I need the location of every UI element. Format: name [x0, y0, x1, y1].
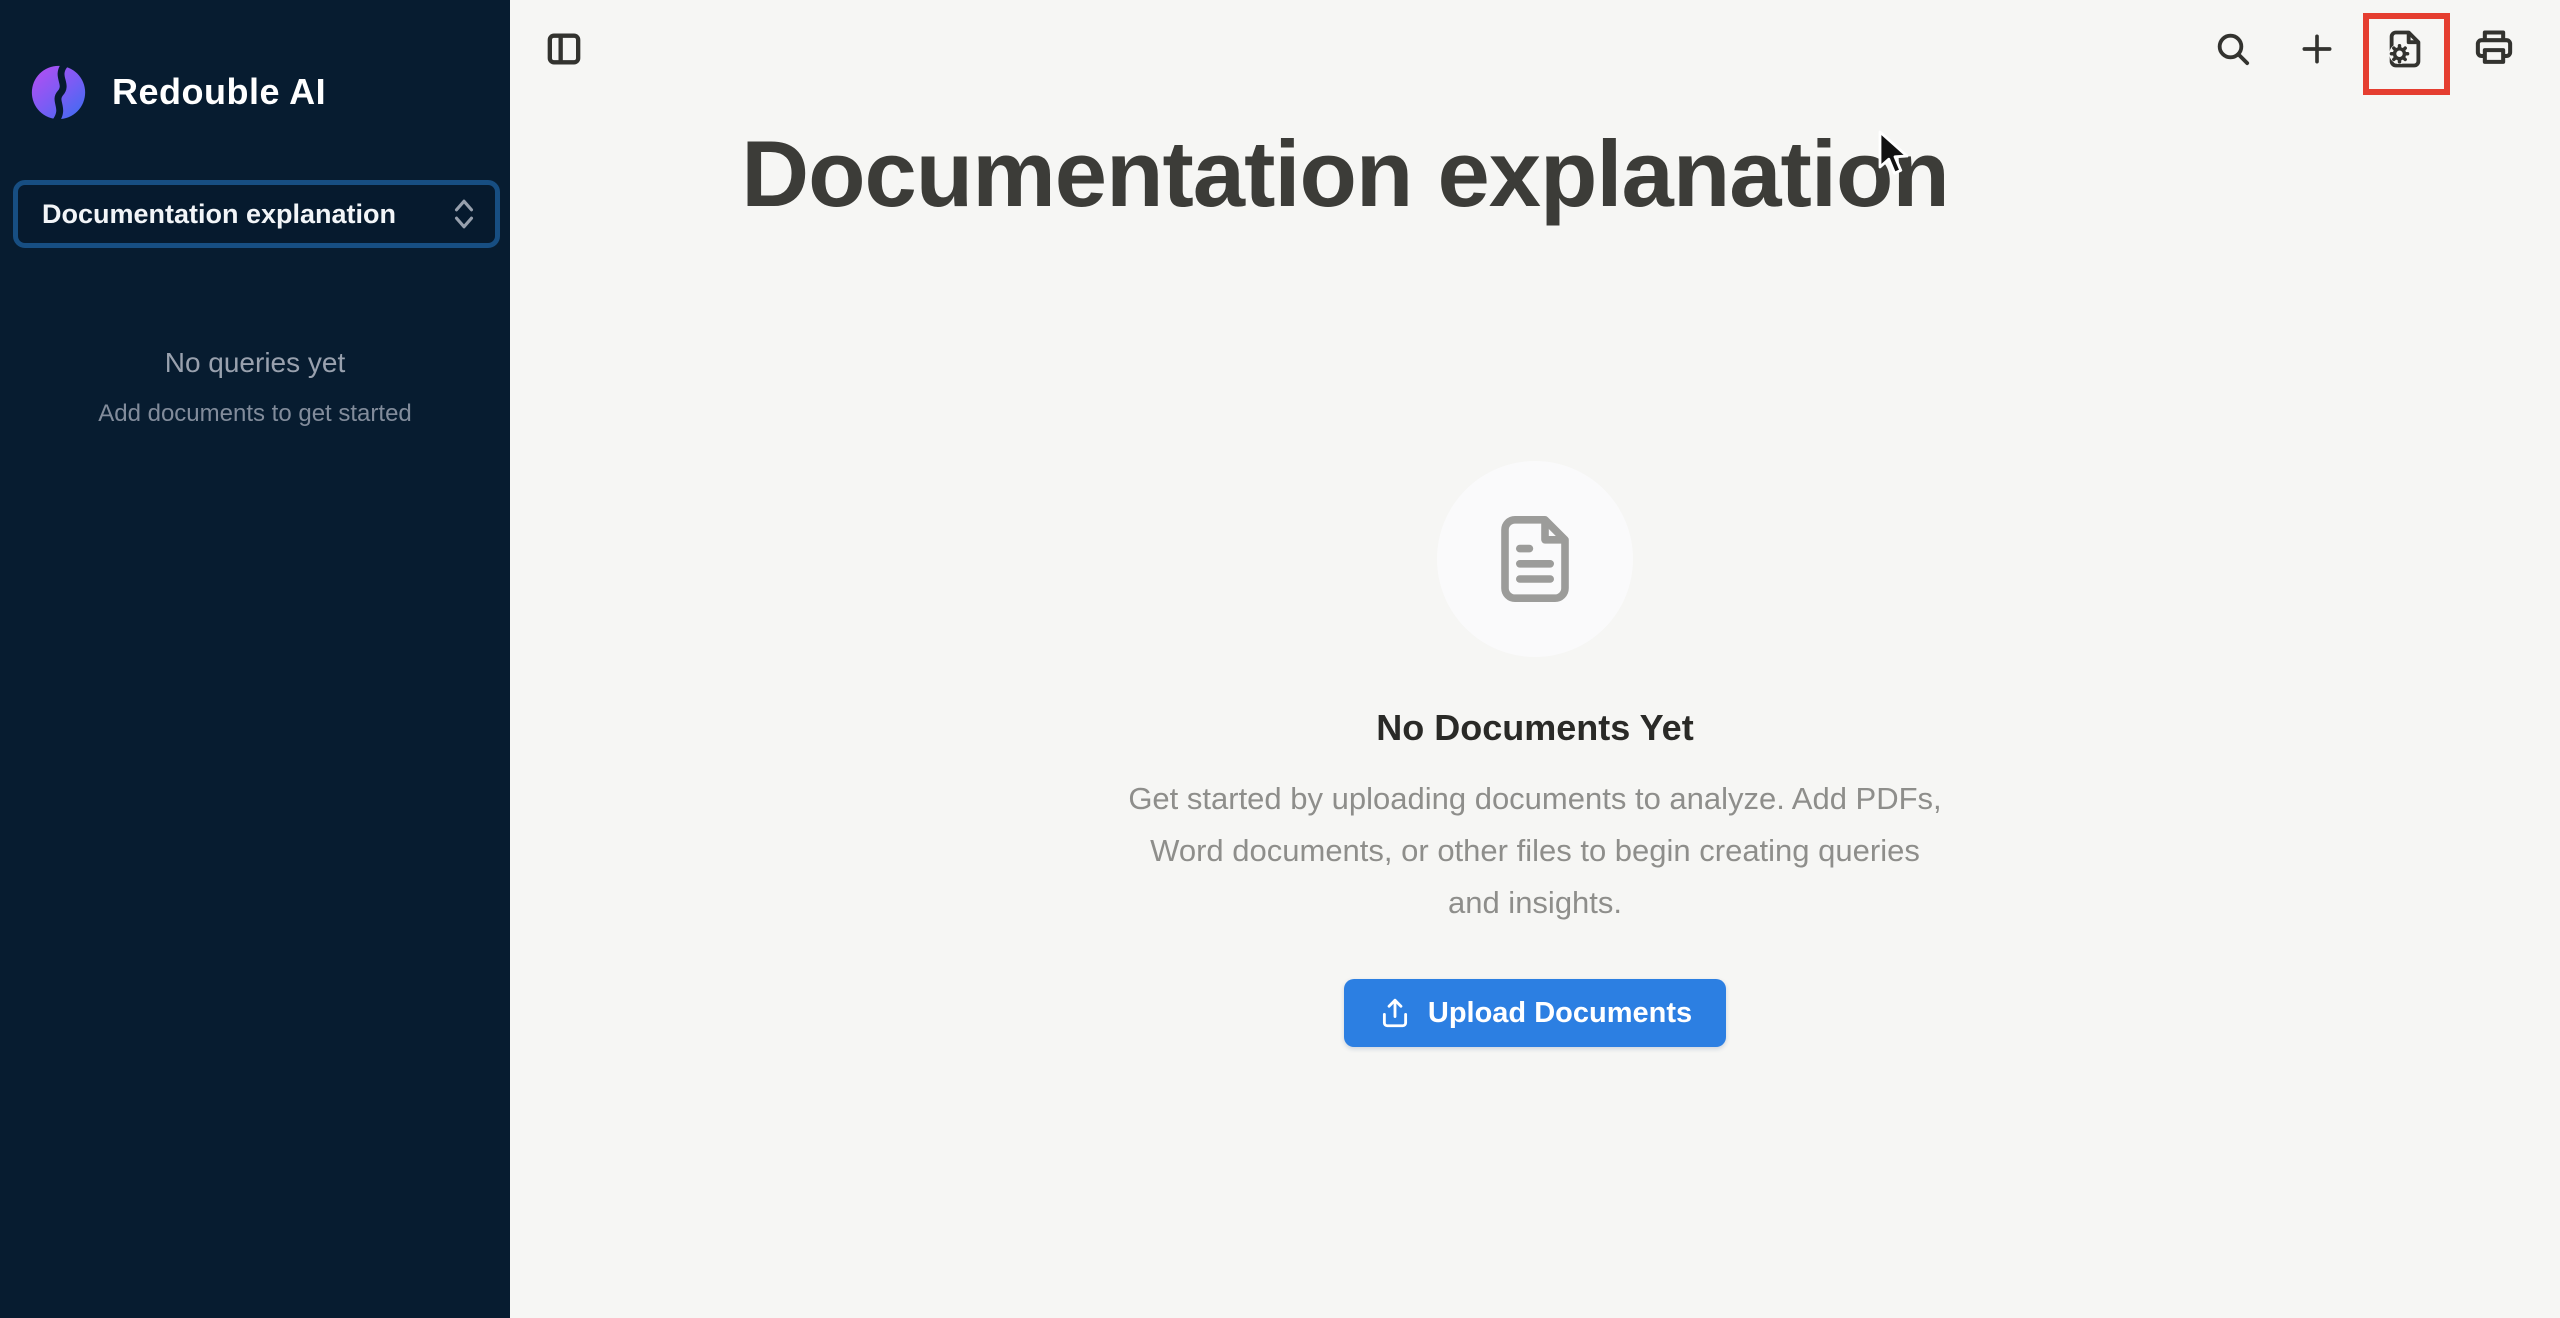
upload-documents-button[interactable]: Upload Documents	[1344, 979, 1726, 1047]
workspace-selector[interactable]: Documentation explanation	[13, 180, 500, 248]
plus-icon	[2298, 30, 2336, 68]
queries-empty-hint: Add documents to get started	[0, 400, 510, 428]
sidebar-toggle-button[interactable]	[544, 29, 584, 69]
redouble-logo-icon	[31, 65, 86, 120]
file-text-icon	[1487, 511, 1583, 607]
empty-state-title: No Documents Yet	[1376, 707, 1693, 749]
upload-documents-label: Upload Documents	[1428, 997, 1692, 1030]
sidebar: Redouble AI Documentation explanation No…	[0, 0, 510, 1318]
app-window: Redouble AI Documentation explanation No…	[0, 0, 2560, 1318]
queries-empty-title: No queries yet	[0, 347, 510, 379]
brand: Redouble AI	[31, 64, 326, 120]
page-title: Documentation explanation	[715, 120, 1975, 228]
chevrons-up-down-icon	[451, 197, 477, 231]
documents-empty-state: No Documents Yet Get started by uploadin…	[510, 461, 2560, 1047]
empty-state-description: Get started by uploading documents to an…	[1125, 773, 1945, 929]
empty-state-icon-circle	[1437, 461, 1633, 657]
upload-icon	[1378, 996, 1412, 1030]
search-button[interactable]	[2212, 28, 2254, 70]
search-icon	[2213, 29, 2253, 69]
add-button[interactable]	[2296, 28, 2338, 70]
print-button[interactable]	[2472, 27, 2516, 71]
workspace-selector-value: Documentation explanation	[42, 199, 451, 230]
file-settings-icon	[2383, 27, 2427, 71]
file-settings-button[interactable]	[2383, 27, 2427, 71]
brand-name: Redouble AI	[112, 71, 326, 113]
printer-icon	[2472, 27, 2516, 71]
panel-left-icon	[544, 29, 584, 69]
main-panel: Documentation explanation No Documents Y…	[510, 0, 2560, 1318]
